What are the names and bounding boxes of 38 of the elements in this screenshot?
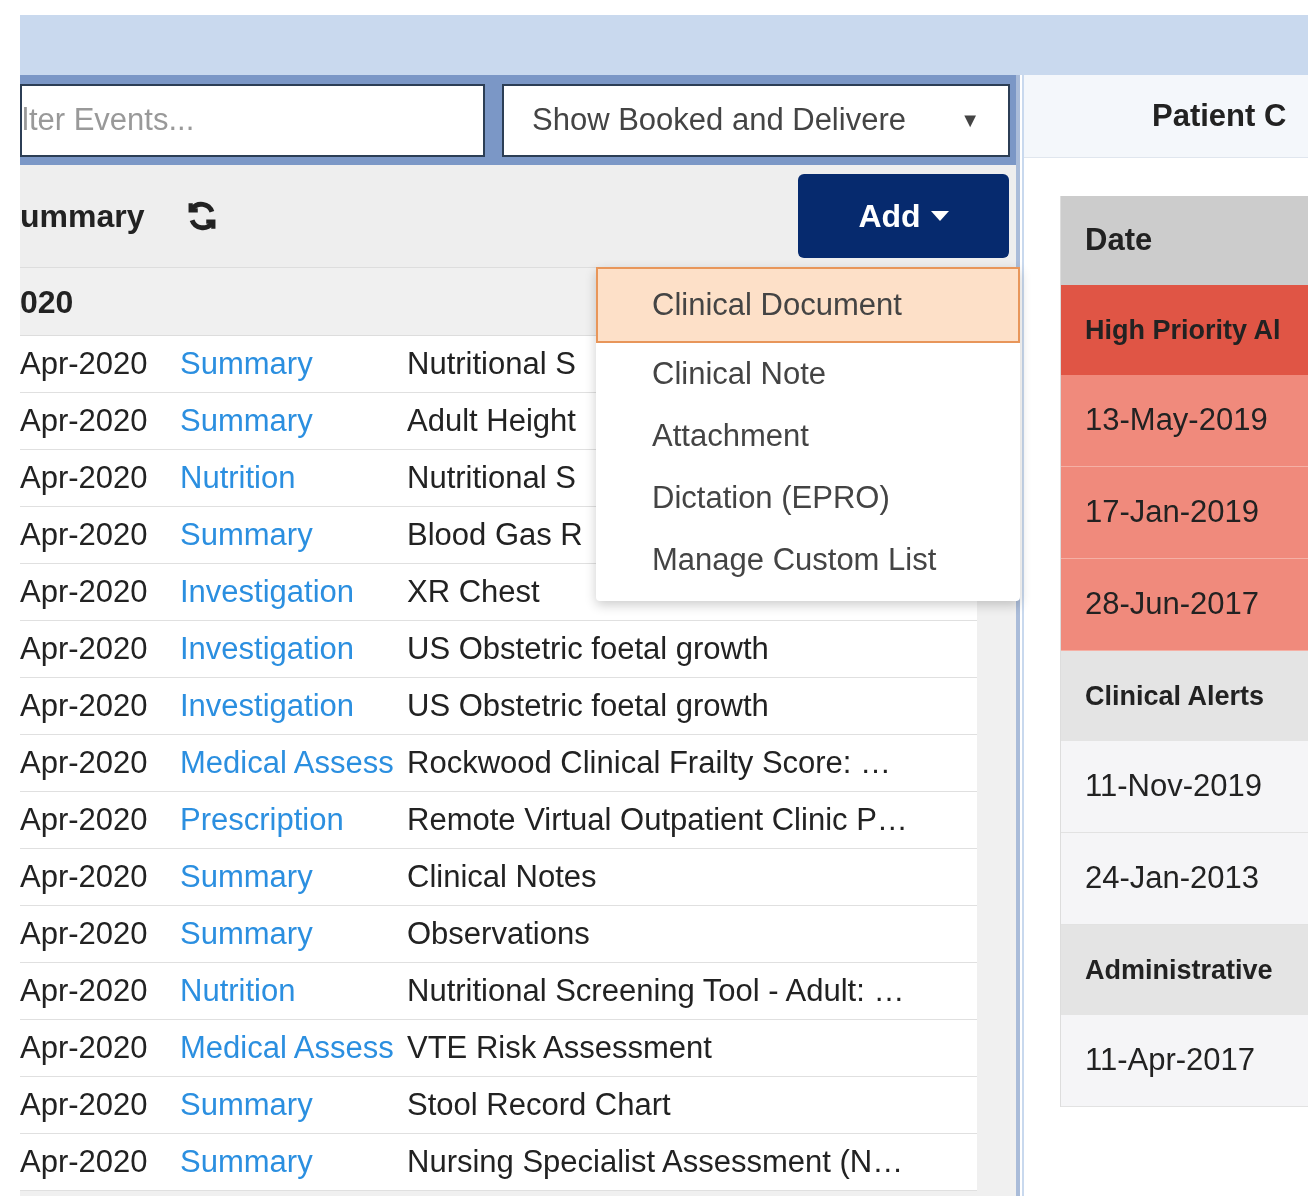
event-date: Apr-2020 — [20, 1028, 149, 1067]
event-date: Apr-2020 — [20, 1085, 149, 1124]
event-description: US Obstetric foetal growth — [407, 629, 769, 668]
event-description: Nursing Specialist Assessment (N… — [407, 1142, 904, 1181]
column-header: Date — [1061, 196, 1308, 285]
alert-group-header: Clinical Alerts — [1061, 651, 1308, 741]
event-date: Apr-2020 — [20, 971, 149, 1010]
event-date: Apr-2020 — [20, 1142, 149, 1181]
event-description: Nutritional S — [407, 458, 576, 497]
event-date: Apr-2020 — [20, 857, 149, 896]
alert-group-header: High Priority Al — [1061, 285, 1308, 375]
event-date: Apr-2020 — [20, 458, 149, 497]
summary-title: ummary — [20, 197, 145, 236]
event-date: Apr-2020 — [20, 572, 149, 611]
group-title: 020 — [20, 282, 74, 322]
event-description: Blood Gas R — [407, 515, 583, 554]
event-date: Apr-2020 — [20, 686, 149, 725]
event-description: Nutritional Screening Tool - Adult: … — [407, 971, 905, 1010]
alert-group-header: Administrative — [1061, 925, 1308, 1015]
event-description: Stool Record Chart — [407, 1085, 671, 1124]
event-description: Rockwood Clinical Frailty Score: … — [407, 743, 892, 782]
event-date: Apr-2020 — [20, 344, 149, 383]
event-description: Adult Height — [407, 401, 576, 440]
event-description: Nutritional S — [407, 344, 576, 383]
event-description: Observations — [407, 914, 590, 953]
event-date: Apr-2020 — [20, 515, 149, 554]
event-description: Clinical Notes — [407, 857, 597, 896]
event-date: Apr-2020 — [20, 743, 149, 782]
event-date: Apr-2020 — [20, 629, 149, 668]
event-description: VTE Risk Assessment — [407, 1028, 712, 1067]
dropdown-arrow: ▼ — [960, 108, 980, 133]
event-description: Remote Virtual Outpatient Clinic P… — [407, 800, 908, 839]
panel-title: Patient C — [1152, 96, 1287, 135]
event-description: US Obstetric foetal growth — [407, 686, 769, 725]
event-date: Apr-2020 — [20, 401, 149, 440]
event-date: Apr-2020 — [20, 800, 149, 839]
event-date: Apr-2020 — [20, 914, 149, 953]
event-description: XR Chest — [407, 572, 540, 611]
